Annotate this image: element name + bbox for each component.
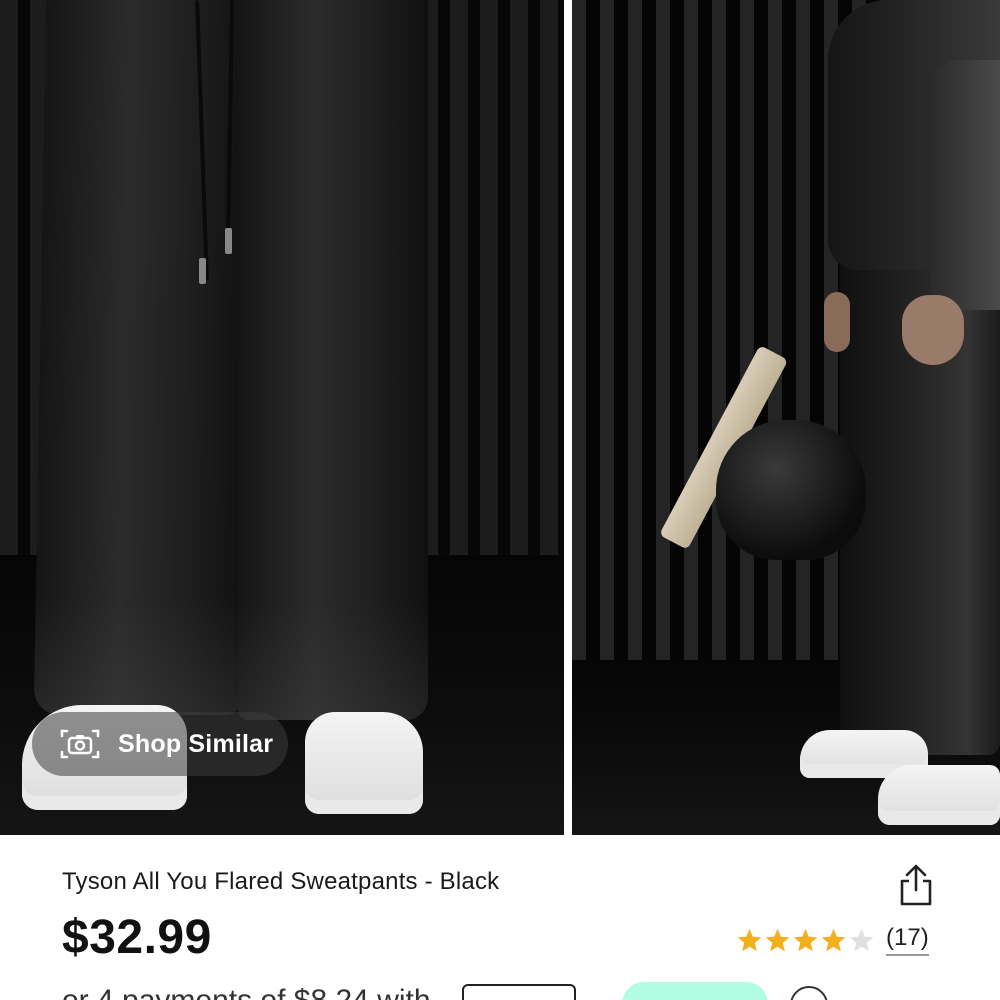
- info-icon[interactable]: [790, 986, 828, 1000]
- sneaker: [878, 765, 1000, 825]
- star-filled-icon: [737, 928, 762, 951]
- drawstring-tip: [199, 258, 206, 284]
- model-hand: [902, 295, 964, 365]
- shop-similar-button[interactable]: Shop Similar: [32, 712, 288, 776]
- product-title: Tyson All You Flared Sweatpants - Black: [62, 868, 500, 895]
- star-rating: [736, 927, 876, 954]
- product-image-gallery[interactable]: Shop Similar: [0, 0, 1000, 835]
- pant-leg-left: [33, 0, 257, 715]
- installment-text: or 4 payments of $8.24 with: [62, 984, 431, 1000]
- star-filled-icon: [765, 928, 790, 951]
- gallery-divider: [564, 0, 572, 835]
- model-hand: [824, 292, 850, 352]
- star-filled-icon: [821, 928, 846, 951]
- rating[interactable]: (17): [736, 924, 929, 956]
- pant-leg-right: [238, 0, 428, 720]
- star-empty-icon: [849, 928, 874, 951]
- camera-icon: [60, 729, 100, 759]
- product-photo-front[interactable]: [0, 0, 564, 835]
- afterpay-row: or 4 payments of $8.24 with: [62, 982, 962, 1000]
- review-count-link[interactable]: (17): [886, 924, 929, 956]
- duffel-bag: [716, 420, 866, 560]
- share-icon[interactable]: [896, 862, 936, 908]
- model-arm: [930, 60, 1000, 310]
- sneaker: [305, 712, 423, 814]
- star-filled-icon: [793, 928, 818, 951]
- shop-similar-label: Shop Similar: [118, 729, 274, 758]
- product-price: $32.99: [62, 911, 212, 964]
- drawstring-tip: [225, 228, 232, 254]
- payment-badge[interactable]: [462, 984, 576, 1000]
- afterpay-logo[interactable]: [622, 982, 768, 1000]
